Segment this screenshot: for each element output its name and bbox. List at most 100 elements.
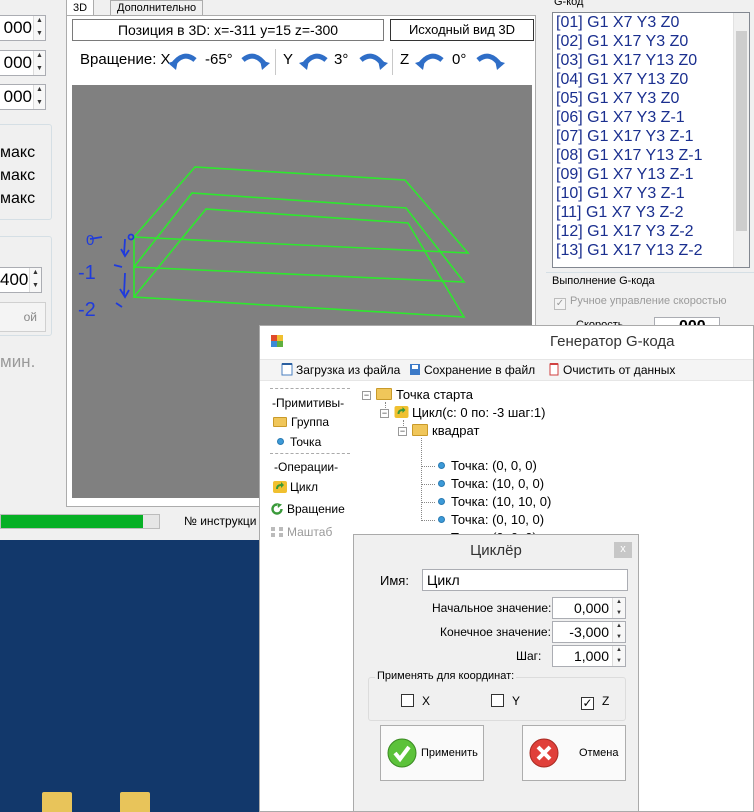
x-angle-value: -65° xyxy=(205,51,233,68)
point-icon xyxy=(438,480,445,487)
tab-3d[interactable]: 3D xyxy=(66,0,95,16)
start-value-spinner[interactable]: 0,000 xyxy=(552,597,626,619)
scrollbar-thumb[interactable] xyxy=(736,31,747,231)
spinner-value: 000 xyxy=(3,53,32,72)
gcode-line[interactable]: [01] G1 X7 Y3 Z0 xyxy=(553,13,749,32)
palette-rotation[interactable]: Вращение xyxy=(270,502,345,516)
start-value-label: Начальное значение: xyxy=(432,601,552,615)
rotation-label: Вращение: X xyxy=(80,51,171,68)
tree-node-point[interactable]: Точка: (10, 10, 0) xyxy=(436,493,551,511)
gcode-group: G-код [01] G1 X7 Y3 Z0 [02] G1 X17 Y3 Z0… xyxy=(546,0,754,268)
gcode-line[interactable]: [09] G1 X7 Y13 Z-1 xyxy=(553,165,749,184)
gcode-line[interactable]: [07] G1 X17 Y3 Z-1 xyxy=(553,127,749,146)
coord-spinner[interactable]: 000 xyxy=(0,15,46,41)
cancel-button[interactable]: Отмена xyxy=(522,725,626,781)
tab-advanced[interactable]: Дополнительно xyxy=(110,0,204,16)
palette-group[interactable]: Группа xyxy=(273,415,329,429)
tree-node-root[interactable]: Точка старта xyxy=(376,386,473,404)
load-from-file-button[interactable]: Загрузка из файла xyxy=(281,363,400,377)
tree-node-point[interactable]: Точка: (10, 0, 0) xyxy=(436,475,544,493)
spinner-arrows[interactable] xyxy=(29,268,41,292)
close-button[interactable]: x xyxy=(614,542,632,558)
operations-header: -Операции- xyxy=(274,460,339,474)
gcode-tree[interactable]: − Точка старта − Цикл(с: 0 по: -3 шаг:1)… xyxy=(360,386,750,545)
checkbox-box[interactable]: ✓ xyxy=(581,697,594,710)
spinner-arrows[interactable] xyxy=(33,51,45,75)
step-spinner[interactable]: 1,000 xyxy=(552,645,626,667)
folder-icon[interactable] xyxy=(120,792,150,812)
checkbox-box[interactable] xyxy=(491,694,504,707)
rotate-z-right-icon[interactable] xyxy=(475,50,505,70)
gcode-line[interactable]: [08] G1 X17 Y13 Z-1 xyxy=(553,146,749,165)
hand-annotation xyxy=(89,233,135,308)
apply-button[interactable]: Применить xyxy=(380,725,484,781)
checkbox-box[interactable] xyxy=(401,694,414,707)
toolpath-layer xyxy=(132,208,466,318)
gcode-line[interactable]: [11] G1 X7 Y3 Z-2 xyxy=(553,203,749,222)
gcode-list[interactable]: [01] G1 X7 Y3 Z0 [02] G1 X17 Y3 Z0 [03] … xyxy=(552,12,750,268)
gcode-line[interactable]: [03] G1 X17 Y13 Z0 xyxy=(553,51,749,70)
palette-cycle[interactable]: Цикл xyxy=(273,480,318,494)
rotate-y-right-icon[interactable] xyxy=(358,50,388,70)
app-icon xyxy=(271,335,283,347)
tree-expander[interactable]: − xyxy=(398,427,407,436)
partial-button[interactable]: ой xyxy=(0,302,46,332)
gcode-scrollbar[interactable] xyxy=(733,13,749,267)
exec-label: Выполнение G-кода xyxy=(552,275,655,287)
annotation-arrow xyxy=(120,238,130,258)
separator xyxy=(270,388,350,389)
gcode-line[interactable]: [12] G1 X17 Y3 Z-2 xyxy=(553,222,749,241)
gcode-line[interactable]: [05] G1 X7 Y3 Z0 xyxy=(553,89,749,108)
tree-node-point[interactable]: Точка: (0, 10, 0) xyxy=(436,511,544,529)
spinner-arrows[interactable] xyxy=(612,646,625,666)
rotate-x-left-icon[interactable] xyxy=(168,50,198,70)
name-label: Имя: xyxy=(380,573,409,588)
coord-spinner[interactable]: 000 xyxy=(0,84,46,110)
coord-spinner[interactable]: 000 xyxy=(0,50,46,76)
manual-speed-checkbox[interactable]: ✓ Ручное управление скоростью xyxy=(554,295,726,310)
spinner-value: 000 xyxy=(3,87,32,106)
z-angle-value: 0° xyxy=(452,51,467,68)
tree-node-group[interactable]: квадрат xyxy=(412,422,479,440)
end-value-spinner[interactable]: -3,000 xyxy=(552,621,626,643)
gcode-line[interactable]: [06] G1 X7 Y3 Z-1 xyxy=(553,108,749,127)
spinner-value: 000 xyxy=(3,18,32,37)
max-label: макс xyxy=(0,144,36,161)
coord-y-checkbox[interactable]: Y xyxy=(491,694,520,708)
coord-z-checkbox[interactable]: ✓ Z xyxy=(581,694,609,710)
spinner-arrows[interactable] xyxy=(612,598,625,618)
point-icon xyxy=(277,438,284,445)
tree-expander[interactable]: − xyxy=(362,391,371,400)
tree-node-point[interactable]: Точка: (0, 0, 0) xyxy=(436,457,537,475)
spinner-arrows[interactable] xyxy=(33,85,45,109)
reset-view-button[interactable]: Исходный вид 3D xyxy=(390,19,534,41)
cycler-dialog: Циклёр x Имя: Цикл Начальное значение: 0… xyxy=(353,534,639,812)
checkbox-box[interactable]: ✓ xyxy=(554,298,566,310)
generator-titlebar[interactable]: Генератор G-кода xyxy=(260,326,753,356)
tree-line xyxy=(421,484,435,485)
gcode-line[interactable]: [02] G1 X17 Y3 Z0 xyxy=(553,32,749,51)
spinner-arrows[interactable] xyxy=(33,16,45,40)
palette-scale[interactable]: Маштаб xyxy=(270,525,332,539)
palette-point[interactable]: Точка xyxy=(275,435,321,449)
gcode-line[interactable]: [10] G1 X7 Y3 Z-1 xyxy=(553,184,749,203)
annotation-label: 0 xyxy=(86,232,94,249)
rotate-y-left-icon[interactable] xyxy=(299,50,329,70)
gcode-line[interactable]: [04] G1 X7 Y13 Z0 xyxy=(553,70,749,89)
spinner-arrows[interactable] xyxy=(612,622,625,642)
coord-x-checkbox[interactable]: X xyxy=(401,694,430,708)
point-icon xyxy=(438,462,445,469)
rotate-z-left-icon[interactable] xyxy=(415,50,445,70)
name-field[interactable]: Цикл xyxy=(422,569,628,591)
save-to-file-button[interactable]: Сохранение в файл xyxy=(409,363,535,377)
tree-node-cycle[interactable]: Цикл(с: 0 по: -3 шаг:1) xyxy=(394,404,545,422)
annotation-label: -1 xyxy=(78,262,96,284)
rotate-x-right-icon[interactable] xyxy=(240,50,270,70)
folder-icon[interactable] xyxy=(42,792,72,812)
tree-expander[interactable]: − xyxy=(380,409,389,418)
gcode-line[interactable]: [13] G1 X17 Y13 Z-2 xyxy=(553,241,749,260)
clear-data-button[interactable]: Очистить от данных xyxy=(548,363,675,377)
annotation-stroke xyxy=(113,264,123,268)
tree-line xyxy=(421,466,435,467)
speed-spinner[interactable]: 400 xyxy=(0,267,42,293)
